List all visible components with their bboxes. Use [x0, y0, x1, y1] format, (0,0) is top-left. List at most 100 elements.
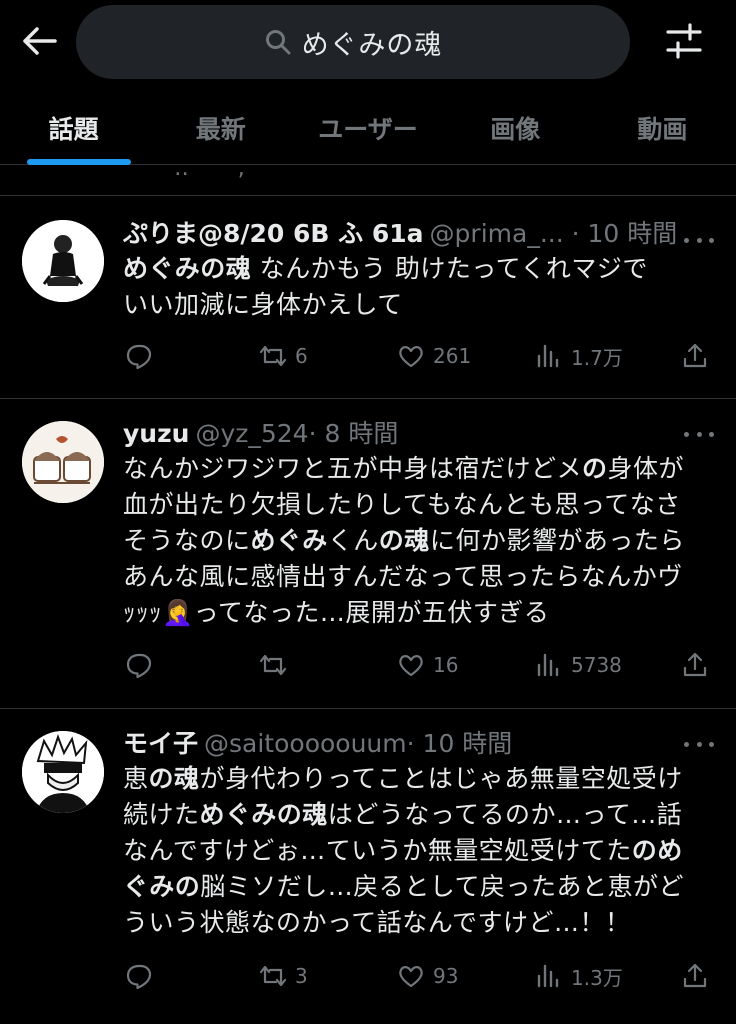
tweet-text-segment: ういう状態なのかって話なんですけど…！！ — [123, 908, 631, 937]
like-count: 261 — [433, 344, 472, 368]
tweet-text-segment: いい加減に身体かえして — [123, 290, 403, 319]
search-match-highlight: のめ — [631, 836, 683, 865]
tweet[interactable]: モイ子 @saitooooouum· 10 時間 恵の魂が身代わりってことはじゃあ… — [0, 709, 736, 1024]
tweet-text-segment: なんかジワジワと五が中身は宿だけどメ — [123, 454, 583, 483]
tab-latest[interactable]: 最新 — [147, 90, 294, 165]
retweet-icon — [259, 345, 287, 367]
tab-users[interactable]: ユーザー — [294, 90, 441, 165]
sliders-icon — [666, 23, 702, 59]
tab-top[interactable]: 話題 — [0, 90, 147, 165]
like-icon — [399, 346, 423, 368]
tweet[interactable]: yuzu @yz_524· 8 時間 なんかジワジワと五が中身は宿だけどメの身体が… — [0, 399, 736, 709]
back-button[interactable] — [18, 20, 60, 62]
share-icon — [683, 963, 707, 988]
tweet-text-segment: そうなのに — [123, 526, 251, 555]
views-icon — [537, 964, 559, 988]
share-button[interactable] — [681, 648, 709, 682]
previous-tweet-fragment: ' ' ‥ ˘ , — [0, 166, 736, 196]
like-icon — [399, 655, 423, 677]
reply-button[interactable] — [125, 339, 161, 373]
like-count: 16 — [433, 653, 459, 677]
retweet-button[interactable]: 3 — [259, 959, 308, 993]
retweet-button[interactable] — [259, 648, 295, 682]
search-settings-button[interactable] — [660, 20, 708, 62]
share-icon — [683, 652, 707, 677]
views-count: 5738 — [571, 653, 622, 677]
reply-button[interactable] — [125, 959, 161, 993]
tweet-text-segment: 血が出たり欠損したりしてもなんとも思ってなさ — [123, 490, 681, 519]
tweet-text-line: 血が出たり欠損したりしてもなんとも思ってなさ — [123, 487, 716, 523]
search-match-highlight: の — [582, 454, 608, 483]
username[interactable]: @yz_524 — [195, 419, 308, 448]
tweet-text: 恵の魂が身代わりってことはじゃあ無量空処受け 続けためぐみの魂はどうなってるのか…… — [123, 761, 716, 941]
search-match-highlight: ぐみの — [123, 872, 201, 901]
username[interactable]: @prima_... — [430, 219, 572, 248]
tweet-header: yuzu @yz_524· 8 時間 — [123, 417, 716, 451]
display-name[interactable]: ぷりま@8/20 6B ふ 61a — [123, 219, 424, 248]
timestamp[interactable]: · 8 時間 — [309, 419, 399, 448]
views-icon — [537, 653, 559, 677]
views-button[interactable]: 1.3万 — [535, 959, 623, 993]
more-dot-icon — [696, 237, 702, 243]
tweet-text-segment: なんですけどぉ…ていうか無量空処受けてた — [123, 836, 632, 865]
more-dot-icon — [696, 741, 702, 747]
retweet-count: 6 — [295, 344, 308, 368]
tweet[interactable]: ぷりま@8/20 6B ふ 61a @prima_... · 10 時間 めぐみの… — [0, 197, 736, 399]
tweet-text-line: なんかジワジワと五が中身は宿だけどメの身体が — [123, 451, 716, 487]
tweet-text: なんかジワジワと五が中身は宿だけどメの身体が血が出たり欠損したりしてもなんとも思… — [123, 451, 716, 631]
avatar[interactable] — [22, 220, 104, 302]
display-name[interactable]: yuzu — [123, 419, 189, 448]
avatar-image-icon — [22, 421, 104, 503]
more-dot-icon — [684, 741, 689, 747]
tweet-text-line: なんですけどぉ…ていうか無量空処受けてたのめ — [123, 833, 716, 869]
tweet-text-line: いい加減に身体かえして — [123, 287, 716, 323]
more-dot-icon — [684, 431, 689, 437]
more-button[interactable] — [684, 734, 714, 754]
display-name[interactable]: モイ子 — [123, 729, 198, 758]
tweet-text: めぐみの魂 なんかもう 助けたってくれマジでいい加減に身体かえして — [123, 251, 716, 323]
timestamp[interactable]: · 10 時間 — [572, 219, 678, 248]
like-button[interactable]: 93 — [397, 959, 458, 993]
tweet-text-segment: くん — [327, 526, 379, 555]
more-button[interactable] — [684, 424, 714, 444]
tweet-text-line: あんな風に感情出すんだなって思ったらなんかヴ — [123, 559, 716, 595]
reply-icon — [126, 964, 152, 990]
reply-button[interactable] — [125, 648, 161, 682]
search-match-highlight: めぐみの魂 — [199, 800, 328, 829]
search-input[interactable]: めぐみの魂 — [76, 5, 630, 79]
share-icon — [683, 343, 707, 368]
search-query: めぐみの魂 — [301, 29, 443, 61]
like-button[interactable]: 261 — [397, 339, 471, 373]
search-tabs: 話題 最新 ユーザー 画像 動画 — [0, 90, 736, 165]
tweet-text-segment: 続けた — [123, 800, 200, 829]
tweet-text-line: めぐみの魂 なんかもう 助けたってくれマジで — [123, 251, 716, 287]
reply-icon — [126, 653, 152, 679]
tweet-text-segment: が身代わりってことはじゃあ無量空処受け — [199, 764, 683, 793]
tweet-text-segment: 身体が — [607, 454, 685, 483]
views-icon — [537, 344, 559, 368]
tweet-header: ぷりま@8/20 6B ふ 61a @prima_... · 10 時間 — [123, 217, 716, 251]
timestamp[interactable]: · 10 時間 — [407, 729, 513, 758]
tweet-text-segment: はどうなってるのか…って…話 — [327, 800, 683, 829]
share-button[interactable] — [681, 339, 709, 373]
avatar[interactable] — [22, 731, 104, 813]
tab-videos[interactable]: 動画 — [589, 90, 736, 165]
tweet-text-line: 続けためぐみの魂はどうなってるのか…って…話 — [123, 797, 716, 833]
more-button[interactable] — [684, 230, 714, 250]
like-button[interactable]: 16 — [397, 648, 458, 682]
more-dot-icon — [684, 237, 689, 243]
more-dot-icon — [709, 431, 714, 437]
avatar[interactable] — [22, 421, 104, 503]
retweet-button[interactable]: 6 — [259, 339, 308, 373]
tweet-text-line: そうなのにめぐみくんの魂に何か影響があったら — [123, 523, 716, 559]
views-count: 1.3万 — [571, 965, 623, 990]
views-count: 1.7万 — [571, 345, 623, 370]
tweet-text-segment: に何か影響があったら — [429, 526, 685, 555]
username[interactable]: @saitooooouum — [204, 729, 407, 758]
tab-images[interactable]: 画像 — [442, 90, 589, 165]
views-button[interactable]: 1.7万 — [535, 339, 623, 373]
tweet-text-segment: 恵 — [123, 764, 149, 793]
views-button[interactable]: 5738 — [535, 648, 622, 682]
back-arrow-icon — [23, 27, 57, 55]
share-button[interactable] — [681, 959, 709, 993]
